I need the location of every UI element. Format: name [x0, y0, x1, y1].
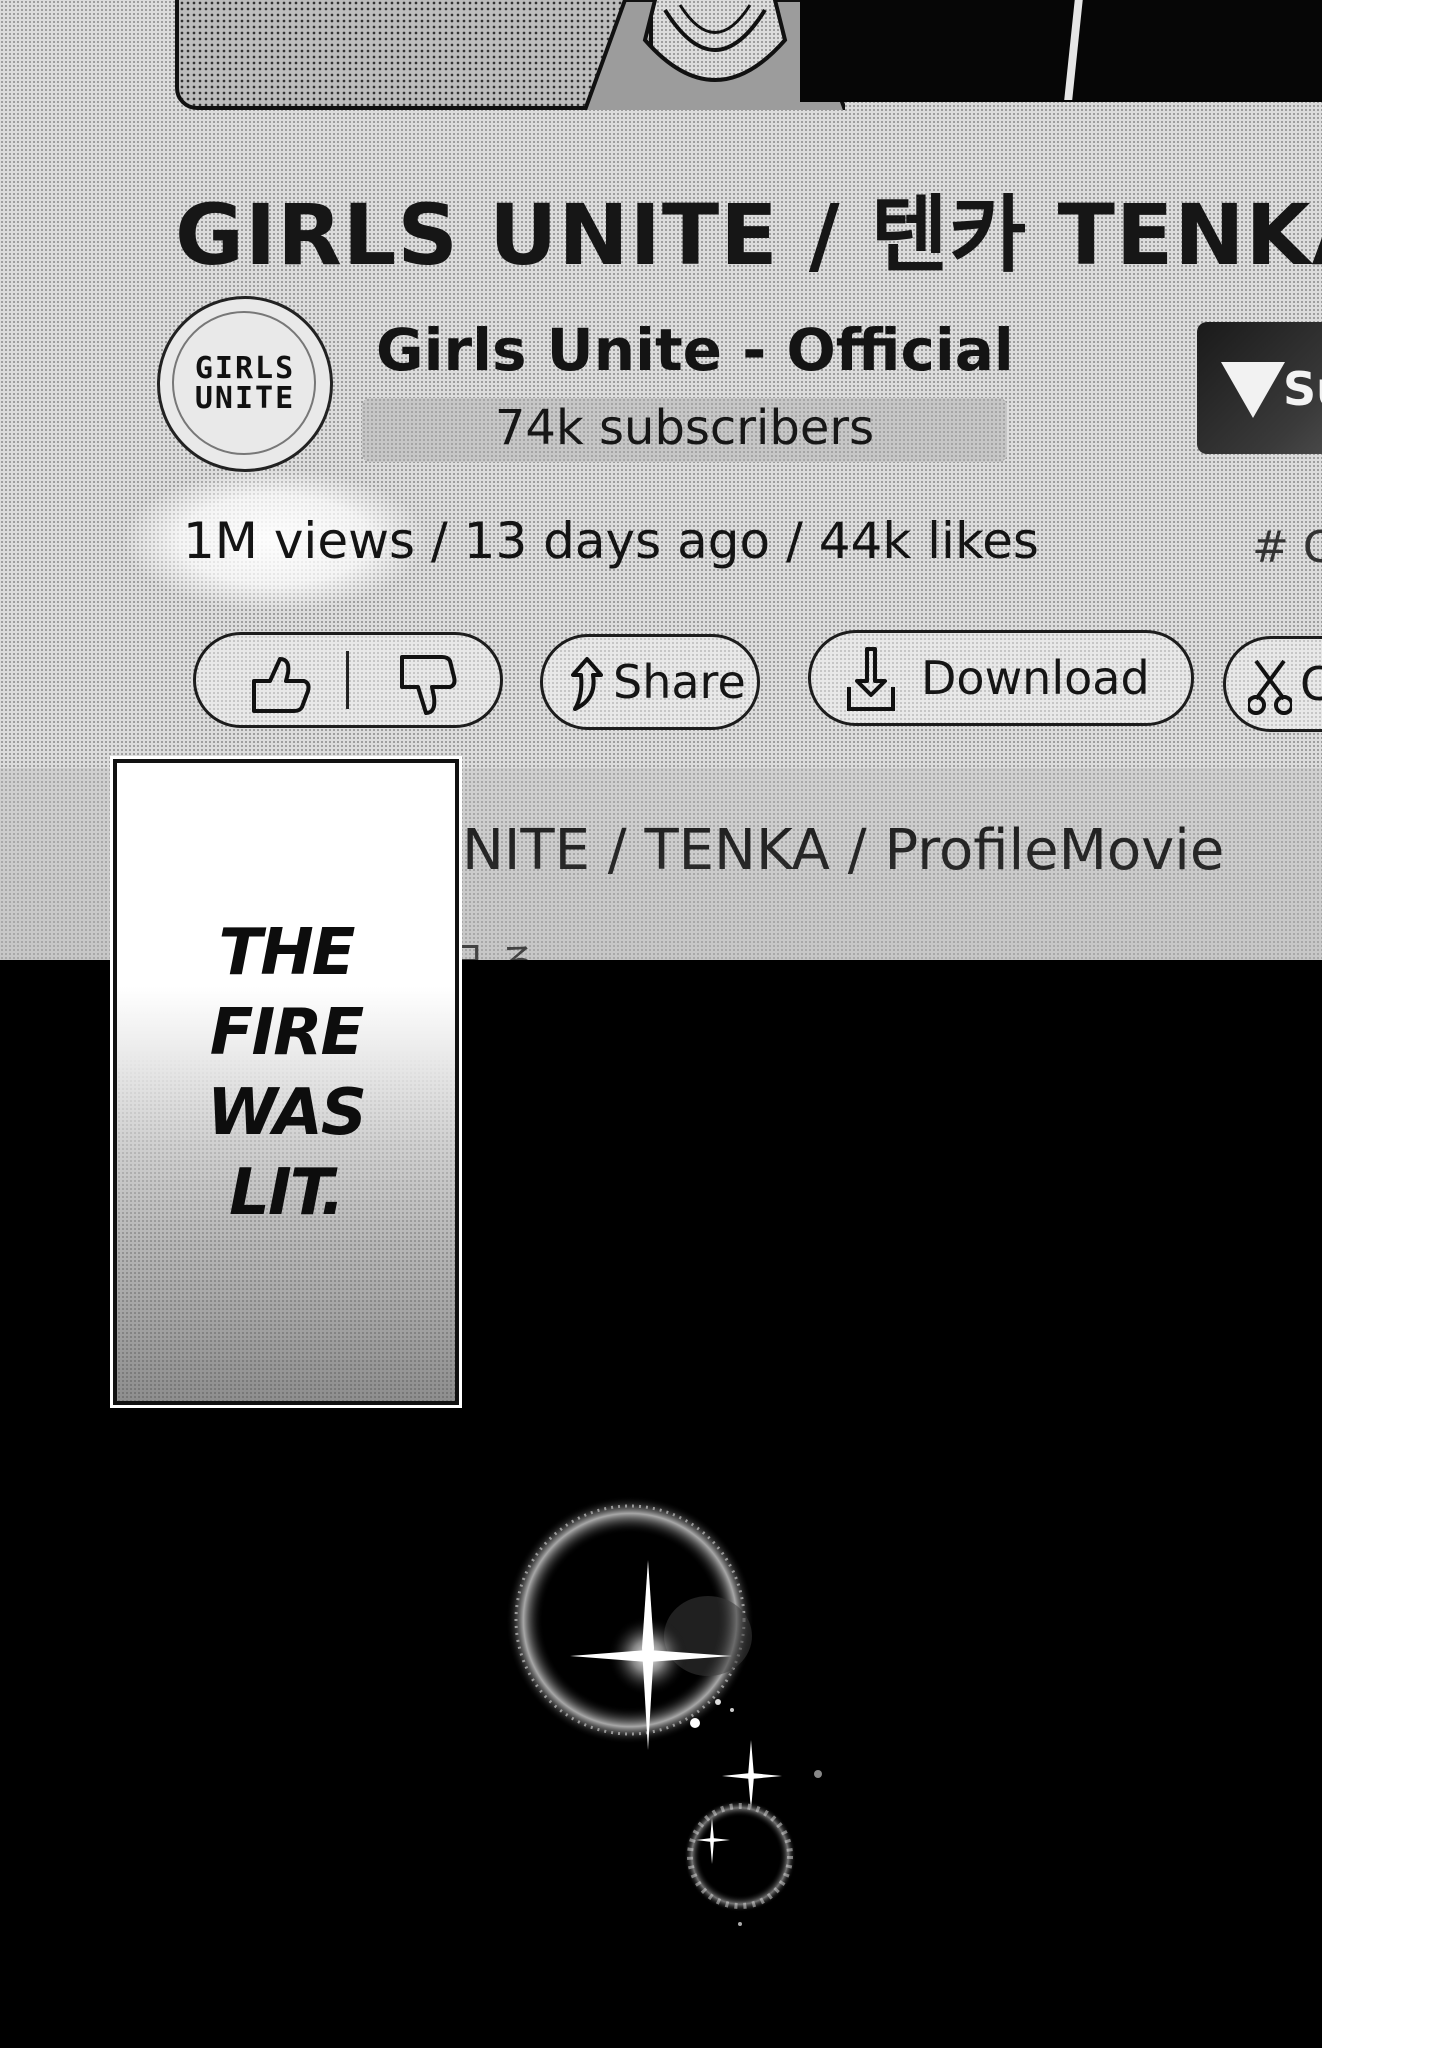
subscriber-count-badge: 74k subscribers [362, 398, 1007, 462]
video-player[interactable] [0, 0, 1322, 110]
video-frame-dark [800, 0, 1322, 102]
like-divider [346, 651, 349, 709]
manga-page: GIRLS UNITE / 텐카 TENKA / GIRLS UNITE Gir… [0, 0, 1322, 2048]
hashtag-link[interactable]: # C [1252, 522, 1322, 573]
share-label: Share [613, 655, 746, 709]
subscriber-count: 74k subscribers [494, 400, 875, 456]
sparkle-icon [506, 1496, 822, 1926]
narration-line-2: FIRE [209, 996, 365, 1070]
scissors-icon [1248, 659, 1292, 715]
share-button[interactable]: Share [540, 634, 760, 730]
subscribe-label: Su [1283, 362, 1322, 416]
download-label: Download [921, 651, 1150, 705]
narration-line-3: WAS [207, 1076, 367, 1150]
description-line-1: NITE / TENKA / ProfileMovie [462, 818, 1225, 883]
channel-avatar[interactable]: GIRLS UNITE [157, 296, 333, 472]
narration-line-4: LIT. [229, 1156, 345, 1230]
clip-button[interactable]: C [1223, 636, 1322, 732]
channel-name[interactable]: Girls Unite - Official [376, 316, 1014, 384]
download-icon [847, 647, 895, 711]
subscribe-triangle-icon [1221, 362, 1285, 418]
narration-caption-box: THE FIRE WAS LIT. [110, 756, 462, 1408]
narration-text: THE FIRE WAS LIT. [117, 913, 455, 1233]
subscribe-button[interactable]: Su [1197, 322, 1322, 454]
logo-line-1: GIRLS [194, 351, 296, 386]
share-icon [571, 657, 603, 711]
narration-line-1: THE [218, 916, 356, 990]
logo-line-2: UNITE [194, 381, 296, 416]
thumbs-down-icon[interactable] [394, 655, 460, 717]
download-button[interactable]: Download [808, 630, 1194, 726]
video-stats: 1M views / 13 days ago / 44k likes [183, 512, 1039, 570]
thumbs-up-icon[interactable] [246, 655, 312, 713]
like-dislike-button-group [193, 632, 503, 728]
page-margin [1322, 0, 1445, 2048]
video-title: GIRLS UNITE / 텐카 TENKA / [175, 186, 1322, 284]
clip-label: C [1300, 657, 1322, 711]
video-frame-left [175, 0, 653, 110]
channel-logo-mark: GIRLS UNITE [195, 354, 295, 414]
